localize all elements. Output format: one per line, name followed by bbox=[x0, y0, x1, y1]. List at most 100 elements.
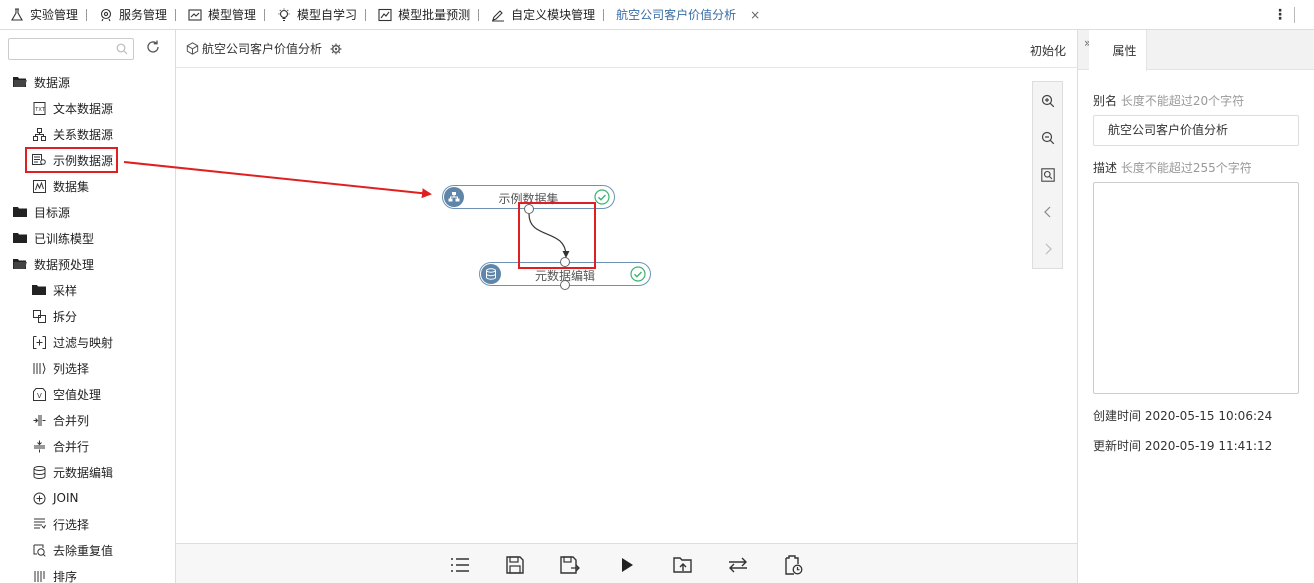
tree-label: 过滤与映射 bbox=[53, 335, 114, 350]
merge-rows-icon bbox=[32, 439, 46, 453]
zoom-out-button[interactable] bbox=[1033, 119, 1062, 156]
play-icon bbox=[622, 558, 633, 572]
export-button[interactable] bbox=[672, 554, 694, 576]
alias-input[interactable]: 航空公司客户价值分析 bbox=[1093, 115, 1299, 146]
text-file-icon: TXT bbox=[32, 101, 46, 115]
workflow-canvas[interactable]: 示例数据集 元数据编辑 bbox=[176, 69, 1077, 543]
tree-item-column-select[interactable]: 列选择 bbox=[0, 355, 175, 381]
tree-folder-trained-models[interactable]: 已训练模型 bbox=[0, 225, 175, 251]
more-menu-icon[interactable]: ⋮ bbox=[1270, 7, 1290, 23]
list-button[interactable] bbox=[449, 554, 471, 576]
service-icon bbox=[99, 8, 113, 22]
tree-label: 去除重复值 bbox=[53, 543, 114, 558]
sort-icon bbox=[32, 569, 46, 583]
tab-label: 模型管理 bbox=[208, 8, 257, 22]
chevron-left-icon bbox=[1043, 206, 1050, 217]
tab-separator bbox=[603, 8, 605, 21]
tab-separator bbox=[86, 8, 88, 21]
tab-model-management[interactable]: 模型管理 bbox=[178, 0, 262, 30]
node-input-port[interactable] bbox=[560, 257, 570, 267]
row-select-icon bbox=[32, 517, 46, 531]
run-button[interactable] bbox=[616, 554, 638, 576]
tree-item-row-select[interactable]: 行选择 bbox=[0, 511, 175, 537]
next-button[interactable] bbox=[1033, 230, 1062, 267]
tab-airline-customer-value[interactable]: 航空公司客户价值分析 × bbox=[606, 0, 766, 30]
line-chart-icon bbox=[378, 8, 392, 22]
module-panel: 数据源 TXT 文本数据源 关系数据源 示例数据源 数据集 目标源 已训练模型 bbox=[0, 30, 176, 583]
tree-label: 数据集 bbox=[53, 179, 90, 194]
alias-label: 别名 长度不能超过20个字符 bbox=[1093, 92, 1244, 109]
svg-text:TXT: TXT bbox=[34, 107, 45, 113]
edit-icon bbox=[491, 8, 505, 22]
tab-label: 模型批量预测 bbox=[398, 8, 471, 22]
check-circle-icon bbox=[630, 266, 646, 282]
column-select-icon bbox=[32, 361, 46, 375]
schedule-button[interactable] bbox=[782, 554, 804, 576]
bulb-icon bbox=[277, 8, 291, 22]
tree-folder-datasource[interactable]: 数据源 bbox=[0, 69, 175, 95]
switch-button[interactable] bbox=[727, 554, 749, 576]
tree-item-deduplicate[interactable]: 去除重复值 bbox=[0, 537, 175, 563]
alias-hint: 长度不能超过20个字符 bbox=[1120, 94, 1245, 108]
tree-item-dataset[interactable]: 数据集 bbox=[0, 173, 175, 199]
zoom-in-button[interactable] bbox=[1033, 82, 1062, 119]
experiment-cube-icon bbox=[186, 42, 199, 55]
tree-item-merge-rows[interactable]: 合并行 bbox=[0, 433, 175, 459]
tab-properties[interactable]: 属性 bbox=[1089, 30, 1147, 71]
plus-circle-icon bbox=[32, 491, 46, 505]
save-as-icon bbox=[560, 556, 580, 574]
tree-item-merge-columns[interactable]: 合并列 bbox=[0, 407, 175, 433]
relation-icon bbox=[32, 127, 46, 141]
check-circle-icon bbox=[594, 189, 610, 205]
tree-item-null-handling[interactable]: V 空值处理 bbox=[0, 381, 175, 407]
tree-item-metadata-edit[interactable]: 元数据编辑 bbox=[0, 459, 175, 485]
tree-item-relational-datasource[interactable]: 关系数据源 bbox=[0, 121, 175, 147]
database-icon bbox=[32, 465, 46, 479]
null-value-icon: V bbox=[32, 387, 46, 401]
tree-folder-preprocessing[interactable]: 数据预处理 bbox=[0, 251, 175, 277]
experiment-title: 航空公司客户价值分析 bbox=[186, 40, 322, 57]
tree-item-text-datasource[interactable]: TXT 文本数据源 bbox=[0, 95, 175, 121]
tree-item-sort[interactable]: 排序 bbox=[0, 563, 175, 583]
tree-label: 采样 bbox=[53, 283, 78, 298]
description-textarea[interactable] bbox=[1093, 182, 1299, 394]
close-icon[interactable]: × bbox=[750, 8, 760, 22]
save-icon bbox=[506, 556, 524, 574]
tree-label: 数据预处理 bbox=[34, 257, 95, 272]
tree-item-join[interactable]: JOIN bbox=[0, 485, 175, 511]
tab-label: 自定义模块管理 bbox=[511, 8, 596, 22]
search-input[interactable] bbox=[8, 38, 134, 60]
chevron-right-icon bbox=[1045, 243, 1052, 254]
tree-item-filter-map[interactable]: 过滤与映射 bbox=[0, 329, 175, 355]
fit-view-button[interactable] bbox=[1033, 156, 1062, 193]
tree-label: 文本数据源 bbox=[53, 101, 114, 116]
description-label: 描述 长度不能超过255个字符 bbox=[1093, 159, 1252, 176]
save-as-button[interactable] bbox=[559, 554, 581, 576]
tree-label: 空值处理 bbox=[53, 387, 102, 402]
tab-custom-module-management[interactable]: 自定义模块管理 bbox=[481, 0, 601, 30]
search-icon bbox=[116, 43, 128, 55]
node-output-port[interactable] bbox=[560, 280, 570, 290]
node-output-port[interactable] bbox=[524, 204, 534, 214]
previous-button[interactable] bbox=[1033, 193, 1062, 230]
tree-folder-target[interactable]: 目标源 bbox=[0, 199, 175, 225]
tab-model-batch-predict[interactable]: 模型批量预测 bbox=[368, 0, 476, 30]
tab-model-self-learning[interactable]: 模型自学习 bbox=[267, 0, 363, 30]
save-button[interactable] bbox=[504, 554, 526, 576]
tree-item-sampling[interactable]: 采样 bbox=[0, 277, 175, 303]
tab-experiment-management[interactable]: 实验管理 bbox=[0, 0, 84, 30]
initialize-button[interactable]: 初始化 bbox=[1030, 42, 1066, 59]
tab-label: 航空公司客户价值分析 bbox=[616, 8, 737, 22]
folder-icon bbox=[32, 283, 46, 297]
flask-icon bbox=[10, 7, 24, 22]
tree-label: 排序 bbox=[53, 569, 78, 583]
refresh-icon[interactable] bbox=[145, 39, 161, 55]
folder-icon bbox=[13, 231, 27, 245]
gear-icon[interactable] bbox=[330, 43, 342, 55]
tab-label: 服务管理 bbox=[119, 8, 168, 22]
tab-separator bbox=[264, 8, 266, 21]
tab-service-management[interactable]: 服务管理 bbox=[89, 0, 173, 30]
folder-open-icon bbox=[13, 257, 27, 271]
zoom-out-icon bbox=[1041, 131, 1054, 144]
tree-item-split[interactable]: 拆分 bbox=[0, 303, 175, 329]
